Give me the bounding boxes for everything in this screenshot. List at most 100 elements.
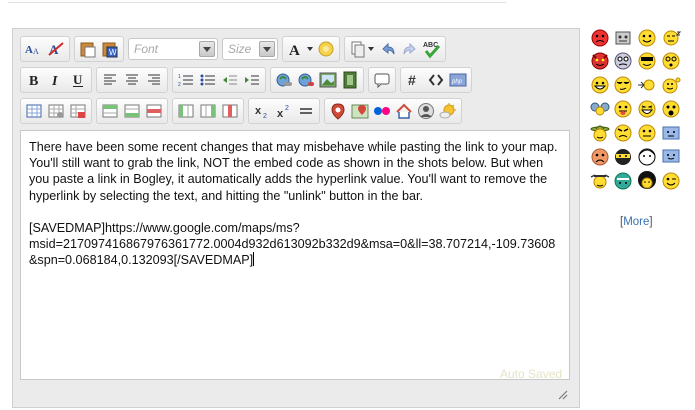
ninja-smiley-icon[interactable]: [613, 147, 633, 167]
redo-icon[interactable]: [399, 38, 421, 60]
col-before-icon[interactable]: [175, 100, 197, 122]
align-center-icon[interactable]: [121, 69, 143, 91]
map-icon[interactable]: [327, 100, 349, 122]
chevron-down-icon[interactable]: [199, 41, 215, 57]
paste-word-icon[interactable]: W: [99, 38, 121, 60]
delete-table-icon[interactable]: [67, 100, 89, 122]
html-source-icon[interactable]: [425, 69, 447, 91]
font-size-select[interactable]: Size: [222, 38, 278, 60]
more-bracket-close: ]: [649, 216, 653, 228]
col-after-icon[interactable]: [197, 100, 219, 122]
home-icon[interactable]: [393, 100, 415, 122]
link-icon[interactable]: [273, 69, 295, 91]
flickr-icon[interactable]: [371, 100, 393, 122]
toolbar-group-rows: [96, 98, 168, 124]
special-character-icon[interactable]: #: [403, 69, 425, 91]
comment-icon[interactable]: [371, 69, 393, 91]
weather-icon[interactable]: [437, 100, 459, 122]
sad-smiley-icon[interactable]: [590, 147, 610, 167]
top-divider: [8, 2, 506, 3]
toolbar-group-color: A: [282, 36, 340, 62]
svg-text:A: A: [25, 44, 33, 56]
wink-smiley-icon[interactable]: [661, 171, 681, 191]
cool-smiley-icon[interactable]: [613, 75, 633, 95]
subscript-icon[interactable]: x2: [251, 100, 273, 122]
svg-text:2: 2: [178, 82, 181, 87]
crying-smiley-icon[interactable]: [613, 171, 633, 191]
sleepy-smiley-icon[interactable]: [661, 28, 682, 48]
angry-smiley-icon[interactable]: [590, 28, 610, 48]
neutral-smiley-icon[interactable]: [637, 123, 657, 143]
svg-text:B: B: [29, 74, 38, 88]
underline-icon[interactable]: U: [67, 69, 89, 91]
font-style-icon[interactable]: A: [45, 38, 67, 60]
svg-text:U: U: [73, 72, 83, 87]
shocked-smiley-icon[interactable]: [661, 99, 681, 119]
laughing-smiley-icon[interactable]: [637, 99, 657, 119]
arrow-smiley-icon[interactable]: [637, 75, 657, 95]
highlight-icon[interactable]: [315, 38, 337, 60]
toolbar-group-script: x2 x2: [248, 98, 320, 124]
table-props-icon[interactable]: [45, 100, 67, 122]
font-size-placeholder: Size: [228, 42, 252, 56]
tongue-smiley-icon[interactable]: [613, 99, 633, 119]
cowboy-smiley-icon[interactable]: [590, 171, 610, 191]
toolbar-group-font-tools: AA A: [20, 36, 70, 62]
blue-box-smiley-icon[interactable]: [661, 123, 681, 143]
row-before-icon[interactable]: [99, 100, 121, 122]
avatar-icon[interactable]: [415, 100, 437, 122]
sunglasses-smiley-icon[interactable]: [637, 51, 657, 71]
horizontal-rule-icon[interactable]: [295, 100, 317, 122]
svg-text:W: W: [109, 48, 117, 57]
editor-content-area[interactable]: There have been some recent changes that…: [20, 130, 570, 380]
indent-icon[interactable]: [241, 69, 263, 91]
media-icon[interactable]: [339, 69, 361, 91]
bald-smiley-icon[interactable]: [637, 147, 657, 167]
grin-smiley-icon[interactable]: [590, 75, 610, 95]
paste-icon[interactable]: [77, 38, 99, 60]
align-right-icon[interactable]: [143, 69, 165, 91]
svg-text:x: x: [277, 108, 284, 119]
map-marker-icon[interactable]: [349, 100, 371, 122]
outdent-icon[interactable]: [219, 69, 241, 91]
confused-smiley-icon[interactable]: [613, 51, 633, 71]
toolbar-group-align: [96, 67, 168, 93]
toolbar-group-table: [20, 98, 92, 124]
toolbar-group-history: ABC: [344, 36, 446, 62]
align-left-icon[interactable]: [99, 69, 121, 91]
text-color-icon[interactable]: A: [285, 38, 315, 60]
svg-text:x: x: [255, 105, 262, 117]
image-icon[interactable]: [317, 69, 339, 91]
mad-smiley-icon[interactable]: [613, 123, 633, 143]
more-smileys-link[interactable]: More: [623, 216, 649, 228]
text-caret: [253, 252, 255, 267]
unordered-list-icon[interactable]: [197, 69, 219, 91]
delete-col-icon[interactable]: [219, 100, 241, 122]
dizzy-smiley-icon[interactable]: [661, 51, 681, 71]
italic-icon[interactable]: I: [45, 69, 67, 91]
robot-smiley-icon[interactable]: [613, 28, 633, 48]
smile-smiley-icon[interactable]: [637, 28, 657, 48]
delete-row-icon[interactable]: [143, 100, 165, 122]
bold-icon[interactable]: B: [23, 69, 45, 91]
devil-smiley-icon[interactable]: [590, 51, 610, 71]
resize-handle-icon[interactable]: [556, 387, 568, 400]
font-family-select[interactable]: Font: [128, 38, 218, 60]
sombrero-smiley-icon[interactable]: [590, 123, 610, 143]
superscript-icon[interactable]: x2: [273, 100, 295, 122]
font-size-icon[interactable]: AA: [23, 38, 45, 60]
paste-options-icon[interactable]: [347, 38, 377, 60]
ordered-list-icon[interactable]: 12: [175, 69, 197, 91]
row-after-icon[interactable]: [121, 100, 143, 122]
font-family-placeholder: Font: [134, 42, 159, 56]
unlink-icon[interactable]: [295, 69, 317, 91]
afro-smiley-icon[interactable]: [637, 171, 657, 191]
spellcheck-icon[interactable]: ABC: [421, 38, 443, 60]
computer-smiley-icon[interactable]: [661, 147, 681, 167]
group-smiley-icon[interactable]: [590, 99, 610, 119]
php-icon[interactable]: php: [447, 69, 469, 91]
undo-icon[interactable]: [377, 38, 399, 60]
waving-smiley-icon[interactable]: [661, 75, 681, 95]
table-icon[interactable]: [23, 100, 45, 122]
chevron-down-icon[interactable]: [259, 41, 275, 57]
